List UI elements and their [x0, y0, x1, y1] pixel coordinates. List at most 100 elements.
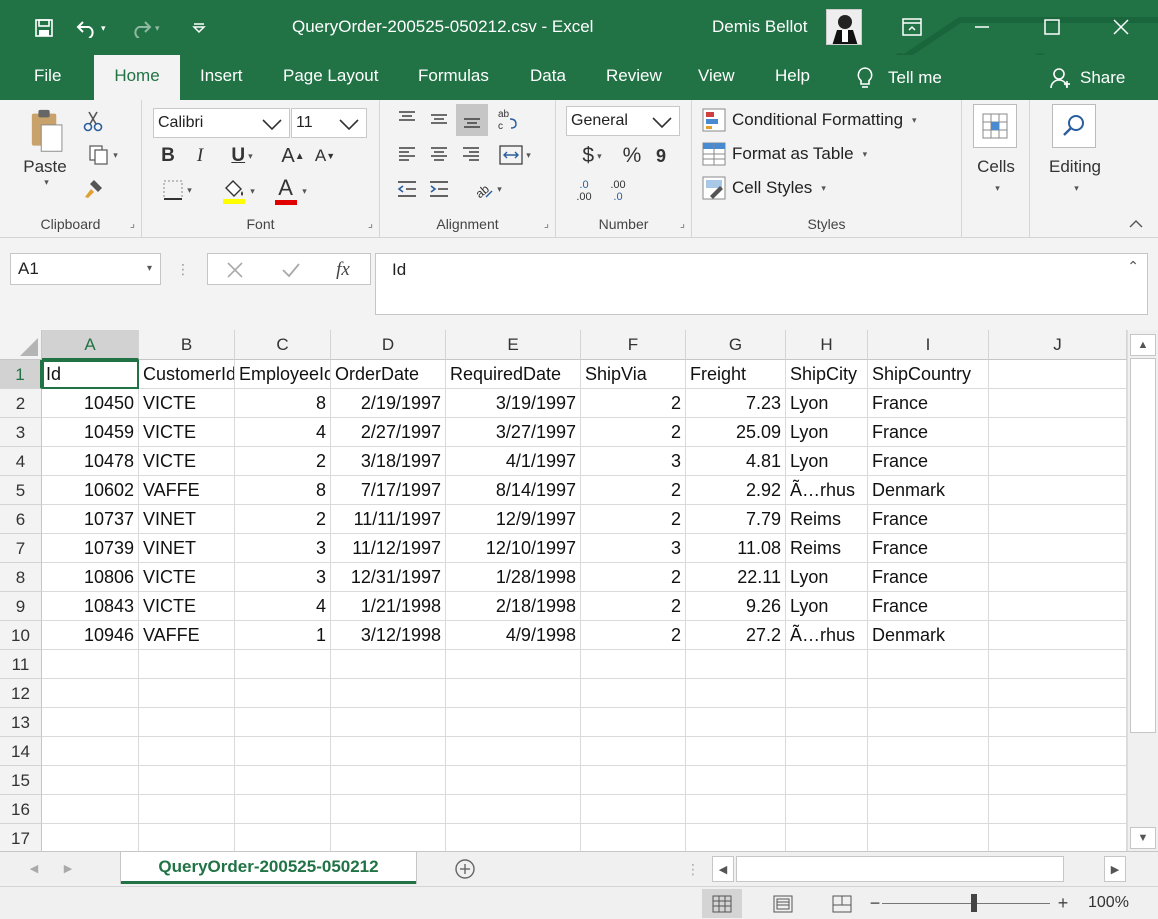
- cell-b5[interactable]: VAFFE: [139, 476, 235, 505]
- cell-c9[interactable]: 4: [235, 592, 331, 621]
- decrease-indent-button[interactable]: [394, 176, 420, 202]
- cell-d2[interactable]: 2/19/1997: [331, 389, 446, 418]
- cell-e15[interactable]: [446, 766, 581, 795]
- cell-a2[interactable]: 10450: [42, 389, 139, 418]
- cell-b17[interactable]: [139, 824, 235, 851]
- increase-indent-button[interactable]: [426, 176, 452, 202]
- cell-d11[interactable]: [331, 650, 446, 679]
- cell-h14[interactable]: [786, 737, 868, 766]
- cell-g2[interactable]: 7.23: [686, 389, 786, 418]
- cell-c11[interactable]: [235, 650, 331, 679]
- cell-c17[interactable]: [235, 824, 331, 851]
- column-header-a[interactable]: A: [42, 330, 139, 360]
- row-header-6[interactable]: 6: [0, 505, 42, 534]
- cell-i9[interactable]: France: [868, 592, 989, 621]
- cell-c15[interactable]: [235, 766, 331, 795]
- cell-c1[interactable]: EmployeeId: [235, 360, 331, 389]
- cell-h1[interactable]: ShipCity: [786, 360, 868, 389]
- cell-g1[interactable]: Freight: [686, 360, 786, 389]
- row-header-10[interactable]: 10: [0, 621, 42, 650]
- cell-b3[interactable]: VICTE: [139, 418, 235, 447]
- cell-j12[interactable]: [989, 679, 1127, 708]
- cell-j8[interactable]: [989, 563, 1127, 592]
- cell-f6[interactable]: 2: [581, 505, 686, 534]
- cell-e10[interactable]: 4/9/1998: [446, 621, 581, 650]
- wrap-text-button[interactable]: ab c: [494, 106, 520, 134]
- cell-h9[interactable]: Lyon: [786, 592, 868, 621]
- cell-f16[interactable]: [581, 795, 686, 824]
- zoom-slider-thumb[interactable]: [971, 894, 977, 912]
- cell-f9[interactable]: 2: [581, 592, 686, 621]
- cell-d1[interactable]: OrderDate: [331, 360, 446, 389]
- tab-page-layout[interactable]: Page Layout: [279, 55, 382, 100]
- cell-c6[interactable]: 2: [235, 505, 331, 534]
- cell-h15[interactable]: [786, 766, 868, 795]
- cell-a4[interactable]: 10478: [42, 447, 139, 476]
- cell-b2[interactable]: VICTE: [139, 389, 235, 418]
- horizontal-scroll-thumb[interactable]: [736, 856, 1064, 882]
- row-header-7[interactable]: 7: [0, 534, 42, 563]
- prev-sheet-button[interactable]: ◀: [24, 858, 44, 878]
- horizontal-scrollbar[interactable]: ◀ ▶: [712, 856, 1128, 882]
- chevron-up-icon[interactable]: ⌃: [1127, 258, 1139, 275]
- cell-d9[interactable]: 1/21/1998: [331, 592, 446, 621]
- cell-e5[interactable]: 8/14/1997: [446, 476, 581, 505]
- row-header-3[interactable]: 3: [0, 418, 42, 447]
- cell-e12[interactable]: [446, 679, 581, 708]
- cell-d16[interactable]: [331, 795, 446, 824]
- cell-j4[interactable]: [989, 447, 1127, 476]
- row-header-1[interactable]: 1: [0, 360, 42, 389]
- cell-g14[interactable]: [686, 737, 786, 766]
- cell-d12[interactable]: [331, 679, 446, 708]
- cell-g16[interactable]: [686, 795, 786, 824]
- cell-j6[interactable]: [989, 505, 1127, 534]
- cell-f1[interactable]: ShipVia: [581, 360, 686, 389]
- collapse-ribbon-button[interactable]: [1126, 216, 1146, 232]
- cell-e17[interactable]: [446, 824, 581, 851]
- cell-g9[interactable]: 9.26: [686, 592, 786, 621]
- name-box[interactable]: A1 ▾: [10, 253, 161, 285]
- cell-a8[interactable]: 10806: [42, 563, 139, 592]
- cell-h6[interactable]: Reims: [786, 505, 868, 534]
- cell-h2[interactable]: Lyon: [786, 389, 868, 418]
- row-header-14[interactable]: 14: [0, 737, 42, 766]
- row-header-9[interactable]: 9: [0, 592, 42, 621]
- orientation-button[interactable]: ab ▾: [466, 176, 508, 202]
- cell-j3[interactable]: [989, 418, 1127, 447]
- cell-e4[interactable]: 4/1/1997: [446, 447, 581, 476]
- cell-j13[interactable]: [989, 708, 1127, 737]
- cell-d4[interactable]: 3/18/1997: [331, 447, 446, 476]
- cell-e3[interactable]: 3/27/1997: [446, 418, 581, 447]
- cell-d7[interactable]: 11/12/1997: [331, 534, 446, 563]
- row-header-13[interactable]: 13: [0, 708, 42, 737]
- cell-b6[interactable]: VINET: [139, 505, 235, 534]
- row-header-17[interactable]: 17: [0, 824, 42, 851]
- cell-f8[interactable]: 2: [581, 563, 686, 592]
- row-header-8[interactable]: 8: [0, 563, 42, 592]
- top-align-button[interactable]: [394, 106, 420, 132]
- cell-i1[interactable]: ShipCountry: [868, 360, 989, 389]
- cell-i12[interactable]: [868, 679, 989, 708]
- column-header-i[interactable]: I: [868, 330, 989, 360]
- align-right-button[interactable]: [458, 142, 484, 168]
- number-dialog-launcher-icon[interactable]: ⌟: [680, 217, 685, 230]
- vertical-scrollbar[interactable]: ▲ ▼: [1127, 330, 1158, 851]
- column-header-j[interactable]: J: [989, 330, 1127, 360]
- row-header-4[interactable]: 4: [0, 447, 42, 476]
- avatar[interactable]: [826, 9, 862, 45]
- cell-f7[interactable]: 3: [581, 534, 686, 563]
- column-header-d[interactable]: D: [331, 330, 446, 360]
- zoom-level[interactable]: 100%: [1088, 894, 1129, 912]
- cell-j5[interactable]: [989, 476, 1127, 505]
- cell-i4[interactable]: France: [868, 447, 989, 476]
- cell-g5[interactable]: 2.92: [686, 476, 786, 505]
- tab-file[interactable]: File: [30, 55, 65, 100]
- cell-j16[interactable]: [989, 795, 1127, 824]
- cell-h5[interactable]: Ã…rhus: [786, 476, 868, 505]
- cell-b9[interactable]: VICTE: [139, 592, 235, 621]
- enter-button[interactable]: [276, 257, 306, 283]
- cell-b16[interactable]: [139, 795, 235, 824]
- undo-button[interactable]: ▾: [76, 14, 106, 42]
- fill-color-button[interactable]: ▾: [214, 176, 262, 206]
- cell-b14[interactable]: [139, 737, 235, 766]
